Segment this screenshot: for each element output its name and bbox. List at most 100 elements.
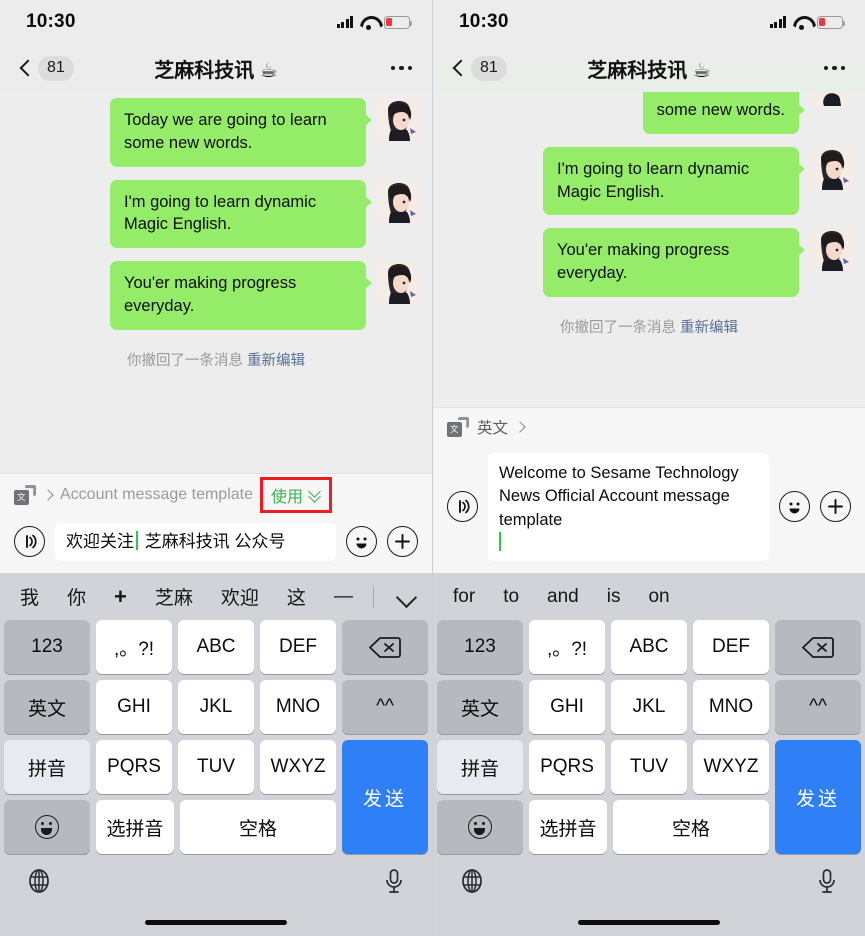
- key-emoji[interactable]: [437, 800, 523, 854]
- plus-circle-icon[interactable]: [387, 526, 418, 558]
- key-123[interactable]: 123: [4, 620, 90, 674]
- key-punctuation[interactable]: ,。?!: [529, 620, 605, 674]
- voice-input-icon[interactable]: [14, 526, 45, 558]
- bottom-bar-left: [0, 856, 432, 936]
- suggestion-item[interactable]: +: [100, 584, 141, 610]
- key-kaomoji[interactable]: ^^: [775, 680, 861, 734]
- chat-messages-left[interactable]: Today we are going to learn some new wor…: [0, 92, 432, 473]
- message-input-right[interactable]: Welcome to Sesame Technology News Offici…: [488, 452, 769, 561]
- suggestion-item[interactable]: 这: [273, 583, 320, 610]
- translate-icon[interactable]: 文: [447, 416, 469, 437]
- key-mno[interactable]: MNO: [260, 680, 336, 734]
- bottom-bar-right: [433, 856, 865, 936]
- suggestion-item[interactable]: 你: [53, 583, 100, 610]
- chevron-right-icon[interactable]: [44, 488, 52, 501]
- suggestion-item[interactable]: 欢迎: [207, 583, 273, 610]
- re-edit-link[interactable]: 重新编辑: [680, 320, 738, 336]
- suggestion-item[interactable]: and: [533, 586, 593, 608]
- key-tuv[interactable]: TUV: [611, 740, 687, 794]
- keyboard-grid-right: 123 英文 拼音 ,。?! ABC DEF GHI JKL MNO PQRS …: [433, 620, 865, 854]
- key-pqrs[interactable]: PQRS: [96, 740, 172, 794]
- key-space[interactable]: 空格: [180, 800, 336, 854]
- message-bubble[interactable]: some new words.: [642, 92, 806, 134]
- key-pinyin[interactable]: 拼音: [4, 740, 90, 794]
- suggestion-item[interactable]: to: [489, 586, 533, 608]
- key-send[interactable]: 发送: [342, 740, 428, 854]
- key-send[interactable]: 发送: [775, 740, 861, 854]
- key-pqrs[interactable]: PQRS: [529, 740, 605, 794]
- suggestion-item[interactable]: 芝麻: [141, 583, 207, 610]
- suggestion-item[interactable]: on: [634, 586, 683, 608]
- message-bubble[interactable]: You'er making progress everyday.: [110, 261, 372, 330]
- key-123[interactable]: 123: [437, 620, 523, 674]
- use-label: 使用: [271, 488, 304, 506]
- emoji-icon[interactable]: [346, 526, 377, 558]
- keyboard-row: ,。?! ABC DEF: [529, 620, 769, 674]
- more-dots-icon[interactable]: [390, 65, 412, 71]
- message-bubble[interactable]: You'er making progress everyday.: [543, 228, 805, 297]
- key-select-pinyin[interactable]: 选拼音: [96, 800, 174, 854]
- emoji-icon[interactable]: [779, 491, 810, 523]
- avatar[interactable]: [377, 179, 420, 223]
- more-dots-icon[interactable]: [823, 65, 845, 71]
- key-kaomoji[interactable]: ^^: [342, 680, 428, 734]
- key-space[interactable]: 空格: [613, 800, 769, 854]
- avatar[interactable]: [810, 92, 853, 106]
- home-indicator: [578, 919, 720, 925]
- key-mno[interactable]: MNO: [693, 680, 769, 734]
- key-emoji[interactable]: [4, 800, 90, 854]
- keyboard-center-column: ,。?! ABC DEF GHI JKL MNO PQRS TUV WXYZ 选…: [96, 620, 336, 854]
- chevron-right-icon[interactable]: [516, 420, 524, 433]
- message-row: I'm going to learn dynamic Magic English…: [12, 179, 420, 249]
- message-bubble[interactable]: Today we are going to learn some new wor…: [110, 98, 372, 167]
- message-bubble[interactable]: I'm going to learn dynamic Magic English…: [543, 146, 805, 216]
- re-edit-link[interactable]: 重新编辑: [247, 353, 305, 369]
- message-input-left[interactable]: 欢迎关注 芝麻科技讯 公众号: [55, 522, 336, 561]
- key-wxyz[interactable]: WXYZ: [693, 740, 769, 794]
- key-ghi[interactable]: GHI: [96, 680, 172, 734]
- message-bubble[interactable]: I'm going to learn dynamic Magic English…: [110, 179, 372, 249]
- key-abc[interactable]: ABC: [611, 620, 687, 674]
- key-pinyin[interactable]: 拼音: [437, 740, 523, 794]
- globe-icon[interactable]: [459, 868, 485, 899]
- translate-icon[interactable]: 文: [14, 484, 36, 505]
- key-abc[interactable]: ABC: [178, 620, 254, 674]
- key-english[interactable]: 英文: [437, 680, 523, 734]
- avatar[interactable]: [810, 146, 853, 190]
- suggestion-item[interactable]: —: [320, 586, 367, 608]
- double-chevron-down-icon[interactable]: [308, 488, 321, 501]
- home-indicator: [145, 919, 287, 925]
- avatar[interactable]: [377, 261, 420, 305]
- key-jkl[interactable]: JKL: [178, 680, 254, 734]
- key-ghi[interactable]: GHI: [529, 680, 605, 734]
- back-button[interactable]: 81: [20, 55, 74, 81]
- key-backspace[interactable]: [775, 620, 861, 674]
- chat-messages-right[interactable]: some new words. I'm going to learn dynam…: [433, 92, 865, 407]
- key-jkl[interactable]: JKL: [611, 680, 687, 734]
- key-tuv[interactable]: TUV: [178, 740, 254, 794]
- avatar[interactable]: [810, 228, 853, 272]
- chevron-down-icon[interactable]: [396, 586, 418, 608]
- translate-bar-right: 文 英文: [433, 406, 865, 444]
- key-def[interactable]: DEF: [260, 620, 336, 674]
- avatar[interactable]: [377, 98, 420, 141]
- key-english[interactable]: 英文: [4, 680, 90, 734]
- voice-input-icon[interactable]: [447, 491, 478, 523]
- key-def[interactable]: DEF: [693, 620, 769, 674]
- suggestion-item[interactable]: for: [447, 586, 489, 608]
- globe-icon[interactable]: [26, 868, 52, 899]
- key-punctuation[interactable]: ,。?!: [96, 620, 172, 674]
- message-row: You'er making progress everyday.: [445, 228, 853, 297]
- suggestion-item[interactable]: is: [593, 586, 635, 608]
- microphone-icon[interactable]: [815, 868, 839, 901]
- wifi-icon: [360, 16, 377, 30]
- key-select-pinyin[interactable]: 选拼音: [529, 800, 607, 854]
- microphone-icon[interactable]: [382, 868, 406, 901]
- use-template-button[interactable]: 使用: [259, 476, 333, 513]
- key-backspace[interactable]: [342, 620, 428, 674]
- status-time: 10:30: [26, 11, 76, 32]
- suggestion-item[interactable]: 我: [14, 583, 53, 610]
- back-button[interactable]: 81: [453, 55, 507, 81]
- plus-circle-icon[interactable]: [820, 491, 851, 523]
- key-wxyz[interactable]: WXYZ: [260, 740, 336, 794]
